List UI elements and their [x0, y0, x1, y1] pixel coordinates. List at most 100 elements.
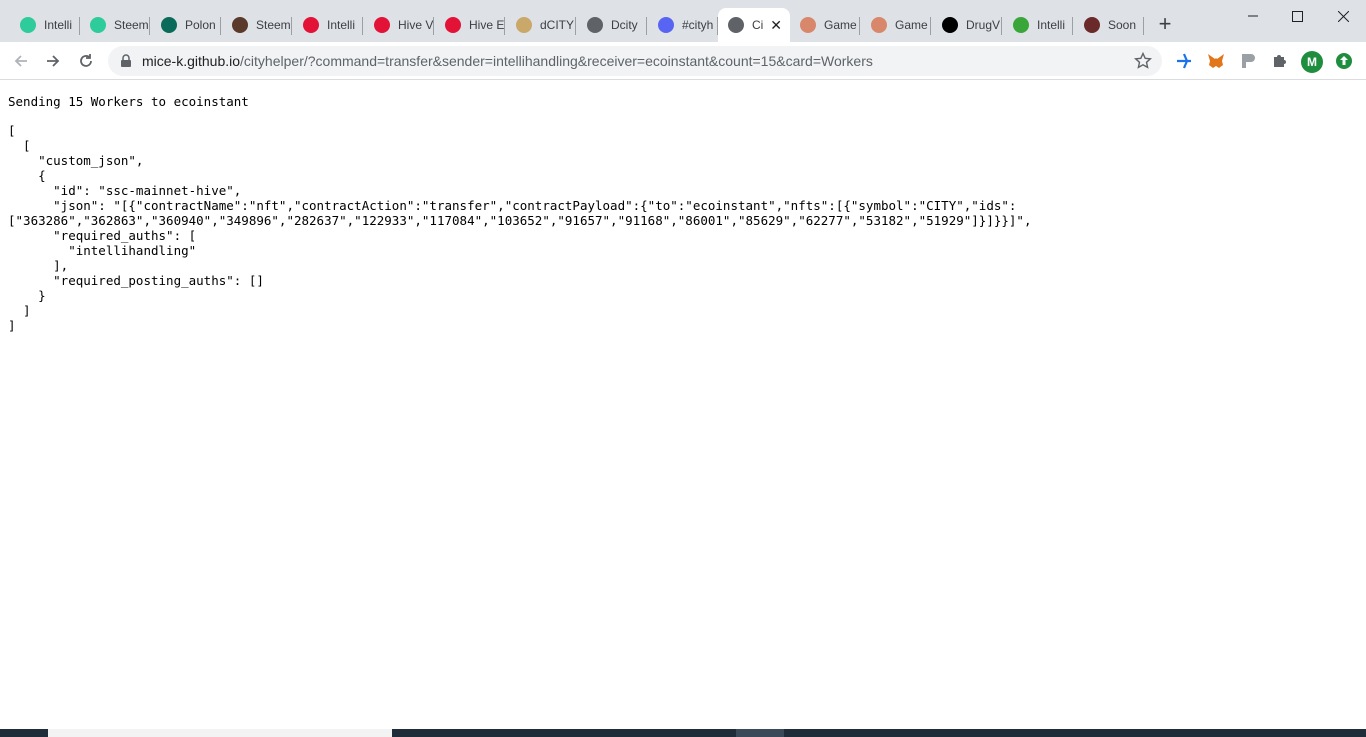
json-line: "custom_json",	[8, 153, 144, 168]
tab-label: Intelli	[327, 18, 356, 32]
tab-7[interactable]: dCITY	[506, 8, 576, 42]
tab-8[interactable]: Dcity	[577, 8, 647, 42]
extensions-puzzle-icon[interactable]	[1270, 51, 1290, 71]
tab-separator	[433, 17, 434, 35]
tab-0[interactable]: Intelli	[10, 8, 80, 42]
back-button[interactable]	[9, 49, 33, 73]
globe-icon	[587, 17, 603, 33]
tab-6[interactable]: Hive E	[435, 8, 505, 42]
tab-separator	[149, 17, 150, 35]
bookmark-star-icon[interactable]	[1133, 51, 1153, 75]
url-path: /cityhelper/?command=transfer&sender=int…	[240, 53, 873, 69]
tab-1[interactable]: Steem	[80, 8, 150, 42]
tab-label: Steem	[114, 18, 149, 32]
json-line: [	[8, 123, 16, 138]
address-bar[interactable]: mice-k.github.io/cityhelper/?command=tra…	[108, 46, 1162, 76]
maximize-button[interactable]	[1274, 0, 1320, 32]
tab-10[interactable]: Ci ✕	[718, 8, 790, 42]
close-tab-icon[interactable]: ✕	[770, 17, 782, 34]
tab-12[interactable]: Game	[861, 8, 931, 42]
update-arrow-icon[interactable]	[1334, 51, 1354, 71]
transfer-heading: Sending 15 Workers to ecoinstant	[8, 94, 249, 109]
tab-label: Polon	[185, 18, 216, 32]
forward-button[interactable]	[41, 49, 65, 73]
tab-separator	[575, 17, 576, 35]
globe-icon	[728, 17, 744, 33]
tab-separator	[291, 17, 292, 35]
new-tab-button[interactable]: +	[1153, 13, 1177, 37]
tab-strip: Intelli Steem Polon Steem Intelli Hive V Hive …	[0, 0, 1366, 42]
cannabis-icon	[1013, 17, 1029, 33]
tab-13[interactable]: DrugV	[932, 8, 1002, 42]
json-line: "json": "[{"contractName":"nft","contrac…	[8, 198, 1017, 213]
taskbar-search-box[interactable]	[48, 729, 392, 737]
close-icon	[1337, 10, 1349, 22]
tab-separator	[362, 17, 363, 35]
tab-label: Game	[824, 18, 857, 32]
tab-label: Game	[895, 18, 928, 32]
json-line: [	[8, 138, 31, 153]
hive-hub-icon	[20, 17, 36, 33]
maximize-icon	[1291, 10, 1303, 22]
metamask-fox-icon[interactable]	[1206, 51, 1226, 71]
tab-separator	[1001, 17, 1002, 35]
tab-4[interactable]: Intelli	[293, 8, 363, 42]
tab-9[interactable]: #cityh	[648, 8, 718, 42]
game-icon	[871, 17, 887, 33]
tab-label: Steem	[256, 18, 291, 32]
reload-button[interactable]	[74, 49, 98, 73]
tab-15[interactable]: Soon	[1074, 8, 1144, 42]
tab-11[interactable]: Game	[790, 8, 860, 42]
steem-icon	[90, 17, 106, 33]
profile-avatar[interactable]: M	[1301, 51, 1323, 73]
tab-3[interactable]: Steem	[222, 8, 292, 42]
discord-icon	[658, 17, 674, 33]
extension-plane-icon[interactable]	[1174, 51, 1194, 71]
json-line: ["363286","362863","360940","349896","28…	[8, 213, 1032, 228]
tab-label: dCITY	[540, 18, 575, 32]
soon-icon	[1084, 17, 1100, 33]
tab-label: Intelli	[44, 18, 73, 32]
json-line: }	[8, 288, 46, 303]
tab-label: Hive V	[398, 18, 434, 32]
dw-icon	[942, 17, 958, 33]
browser-toolbar: mice-k.github.io/cityhelper/?command=tra…	[0, 42, 1366, 80]
taskbar-active-app[interactable]	[736, 729, 784, 737]
tab-14[interactable]: Intelli	[1003, 8, 1073, 42]
json-line: ]	[8, 318, 16, 333]
url-text[interactable]: mice-k.github.io/cityhelper/?command=tra…	[142, 53, 873, 69]
arrow-left-icon	[14, 55, 27, 67]
json-line: "intellihandling"	[8, 243, 197, 258]
hive-icon	[374, 17, 390, 33]
json-line: "required_auths": [	[8, 228, 197, 243]
arrow-right-icon	[47, 55, 60, 67]
json-line: ]	[8, 303, 31, 318]
json-output: [ [ "custom_json", { "id": "ssc-mainnet-…	[8, 123, 1032, 333]
game-icon	[800, 17, 816, 33]
minimize-button[interactable]	[1230, 0, 1276, 32]
json-line: "id": "ssc-mainnet-hive",	[8, 183, 242, 198]
tab-label: Intelli	[1037, 18, 1066, 32]
url-domain: mice-k.github.io	[142, 53, 241, 69]
minimize-icon	[1248, 15, 1258, 17]
tab-5[interactable]: Hive V	[364, 8, 434, 42]
tab-label: #cityh	[682, 18, 714, 32]
extension-p-icon[interactable]	[1238, 51, 1258, 71]
tab-label: Ci	[752, 18, 764, 32]
tab-separator	[930, 17, 931, 35]
tab-separator	[1072, 17, 1073, 35]
page-content: Sending 15 Workers to ecoinstant [ [ "cu…	[0, 81, 1366, 729]
tab-separator	[1143, 17, 1144, 35]
tab-separator	[504, 17, 505, 35]
tab-2[interactable]: Polon	[151, 8, 221, 42]
tab-label: DrugV	[966, 18, 1001, 32]
hive-icon	[303, 17, 319, 33]
tab-label: Soon	[1108, 18, 1137, 32]
close-window-button[interactable]	[1320, 0, 1366, 32]
tab-separator	[646, 17, 647, 35]
poloniex-icon	[161, 17, 177, 33]
steem-gear-icon	[232, 17, 248, 33]
json-line: {	[8, 168, 46, 183]
lock-icon[interactable]	[120, 54, 132, 73]
json-line: ],	[8, 258, 69, 273]
